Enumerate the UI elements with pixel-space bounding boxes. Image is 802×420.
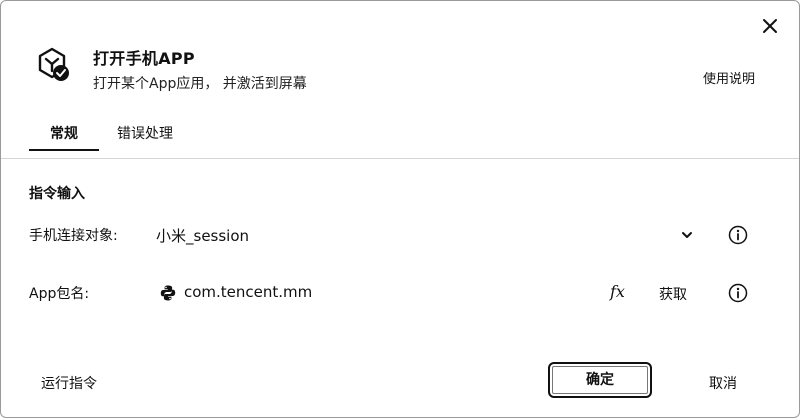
- fetch-button[interactable]: 获取: [659, 284, 687, 304]
- package-info-icon[interactable]: [728, 283, 748, 303]
- run-command-button[interactable]: 运行指令: [41, 373, 97, 393]
- cancel-button[interactable]: 取消: [709, 373, 737, 393]
- connection-info-icon[interactable]: [728, 225, 748, 245]
- tab-general[interactable]: 常规: [29, 123, 99, 151]
- chevron-down-icon[interactable]: [679, 227, 695, 243]
- close-icon[interactable]: [759, 15, 781, 37]
- package-label: App包名:: [29, 286, 90, 302]
- tab-bar: 常规 错误处理: [29, 123, 191, 153]
- connection-select[interactable]: 小米_session: [156, 225, 249, 246]
- tab-error-handling[interactable]: 错误处理: [99, 123, 191, 151]
- confirm-button[interactable]: 确定: [548, 362, 652, 398]
- help-link[interactable]: 使用说明: [703, 68, 755, 87]
- fx-button[interactable]: fx: [610, 282, 625, 301]
- package-input[interactable]: com.tencent.mm: [184, 283, 312, 301]
- connection-label: 手机连接对象:: [29, 228, 118, 244]
- dialog-title: 打开手机APP: [93, 49, 195, 68]
- dialog-subtitle: 打开某个App应用， 并激活到屏幕: [93, 76, 307, 92]
- open-app-dialog: 打开手机APP 打开某个App应用， 并激活到屏幕 使用说明 常规 错误处理 指…: [0, 0, 800, 418]
- python-icon: [159, 284, 177, 302]
- section-title: 指令输入: [29, 186, 85, 202]
- app-hexagon-check-icon: [35, 45, 75, 85]
- tab-divider: [1, 158, 799, 159]
